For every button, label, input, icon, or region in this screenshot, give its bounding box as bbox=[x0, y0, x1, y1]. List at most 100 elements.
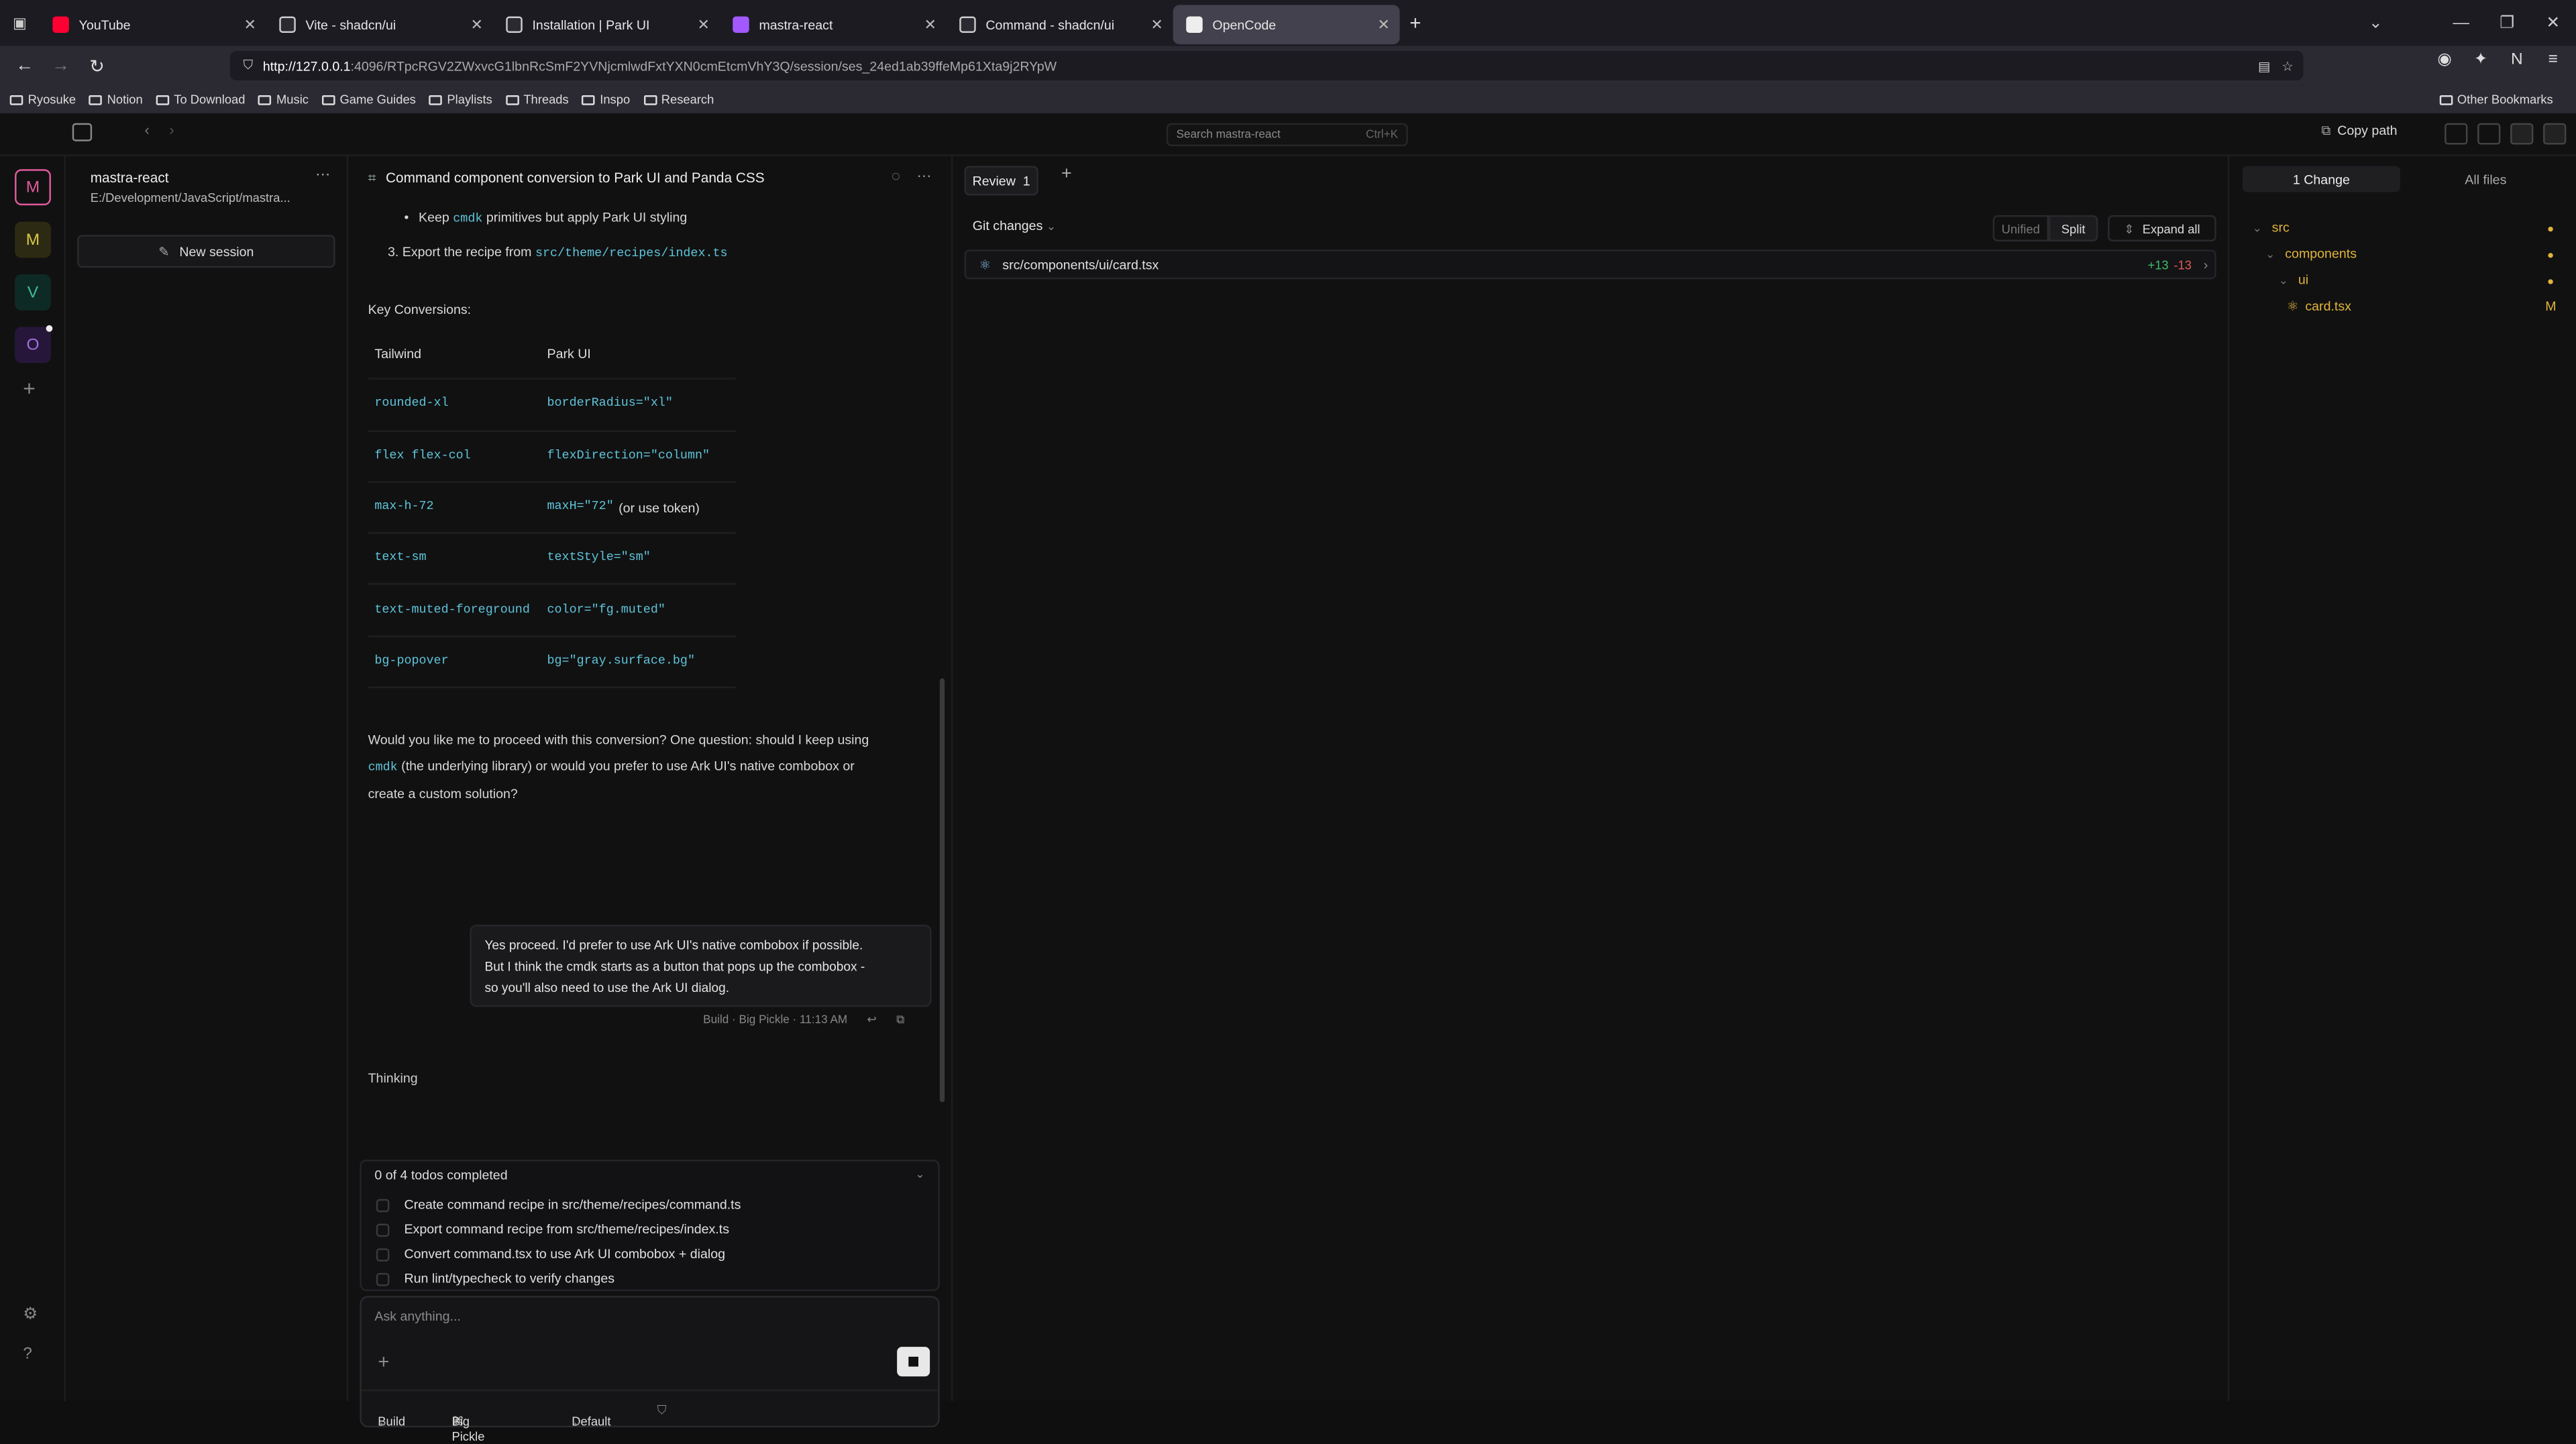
todo-item[interactable]: Convert command.tsx to use Ark UI combob… bbox=[376, 1247, 725, 1262]
bookmark-ryosuke[interactable]: Ryosuke bbox=[9, 92, 76, 107]
browser-tab-vite[interactable]: Vite - shadcn/ui ✕ bbox=[266, 5, 493, 44]
tab-all-files[interactable]: All files bbox=[2407, 166, 2565, 192]
close-tab-icon[interactable]: ✕ bbox=[244, 16, 256, 34]
bookmark-to-download[interactable]: To Download bbox=[156, 92, 245, 107]
checkbox-icon[interactable] bbox=[376, 1272, 390, 1286]
browser-tab-mastra[interactable]: mastra-react ✕ bbox=[720, 5, 947, 44]
todo-item[interactable]: Run lint/typecheck to verify changes bbox=[376, 1272, 614, 1286]
bookmark-inspo[interactable]: Inspo bbox=[582, 92, 630, 107]
bookmark-game-guides[interactable]: Game Guides bbox=[321, 92, 416, 107]
close-tab-icon[interactable]: ✕ bbox=[471, 16, 483, 34]
folder-panel-icon[interactable] bbox=[2543, 123, 2567, 145]
browser-tab-parkui[interactable]: Installation | Park UI ✕ bbox=[493, 5, 720, 44]
todo-panel[interactable]: 0 of 4 todos completed ⌄ Create command … bbox=[360, 1159, 940, 1291]
chevron-right-icon[interactable]: › bbox=[2204, 257, 2208, 272]
chat-scrollbar[interactable] bbox=[939, 678, 945, 1103]
checkbox-icon[interactable] bbox=[376, 1247, 390, 1261]
bookmark-research[interactable]: Research bbox=[643, 92, 714, 107]
toolbar-icons: ◉ ✦ N ≡ bbox=[2432, 51, 2567, 69]
settings-icon[interactable]: ⚙ bbox=[23, 1306, 38, 1324]
bookmark-notion[interactable]: Notion bbox=[89, 92, 143, 107]
modified-flag: M bbox=[2545, 298, 2557, 314]
back-arrow-icon[interactable]: ‹ bbox=[145, 121, 150, 137]
todo-item[interactable]: Export command recipe from src/theme/rec… bbox=[376, 1222, 729, 1237]
attach-icon[interactable]: + bbox=[378, 1350, 389, 1373]
tab-list-icon[interactable]: ▣ bbox=[0, 14, 40, 32]
more-icon[interactable]: ⋯ bbox=[315, 166, 330, 184]
expand-all-button[interactable]: ⇕ Expand all bbox=[2108, 215, 2216, 242]
prompt-composer[interactable]: Ask anything... + Build ⌄ ⌘ Big Pickle ⌄… bbox=[360, 1296, 940, 1444]
stop-button[interactable] bbox=[897, 1347, 930, 1377]
reload-icon[interactable]: ↻ bbox=[79, 55, 115, 76]
forward-arrow-icon[interactable]: › bbox=[169, 121, 174, 137]
copy-icon[interactable]: ⧉ bbox=[896, 1015, 904, 1026]
close-tab-icon[interactable]: ✕ bbox=[1377, 16, 1389, 34]
revert-icon[interactable]: ↩ bbox=[867, 1015, 876, 1026]
bookmark-threads[interactable]: Threads bbox=[505, 92, 569, 107]
project-avatar-m[interactable]: M bbox=[15, 221, 51, 258]
unified-view-button[interactable]: Unified bbox=[1992, 215, 2049, 242]
browser-tab-opencode[interactable]: OpenCode ✕ bbox=[1173, 5, 1400, 45]
bookmark-playlists[interactable]: Playlists bbox=[429, 92, 492, 107]
restore-icon[interactable]: ❐ bbox=[2484, 14, 2530, 32]
browser-tab-command[interactable]: Command - shadcn/ui ✕ bbox=[947, 5, 1173, 44]
git-changes-select[interactable]: Git changes ⌄ bbox=[973, 219, 1056, 233]
close-tab-icon[interactable]: ✕ bbox=[1150, 16, 1163, 34]
terminal-icon[interactable] bbox=[2445, 123, 2468, 145]
permissions-shield-icon[interactable]: ⛉ bbox=[657, 1402, 667, 1419]
close-tab-icon[interactable]: ✕ bbox=[697, 16, 709, 34]
help-icon[interactable]: ? bbox=[23, 1345, 32, 1364]
copy-path-button[interactable]: ⧉ Copy path bbox=[2321, 123, 2397, 140]
checkbox-icon[interactable] bbox=[376, 1198, 390, 1212]
back-icon[interactable]: ← bbox=[7, 56, 43, 75]
url-bar[interactable]: ⛉ http://127.0.0.1 :4096/RTpcRGV2ZWxvcG1… bbox=[229, 50, 2304, 81]
close-window-icon[interactable]: ✕ bbox=[2530, 14, 2576, 32]
todo-item[interactable]: Create command recipe in src/theme/recip… bbox=[376, 1197, 741, 1212]
tab-review[interactable]: Review 1 bbox=[964, 166, 1038, 196]
forward-icon[interactable]: → bbox=[43, 56, 79, 75]
tree-folder-ui[interactable]: ⌄ ui bbox=[2279, 273, 2308, 288]
add-tab-icon[interactable]: + bbox=[1061, 164, 1072, 184]
deletions-count: -13 bbox=[2174, 257, 2192, 272]
navigation-bar: ← → ↻ ⛉ http://127.0.0.1 :4096/RTpcRGV2Z… bbox=[0, 46, 2576, 86]
reader-icon[interactable]: ▤ bbox=[2258, 58, 2271, 73]
more-icon[interactable]: ⋯ bbox=[917, 168, 932, 184]
chevron-down-icon: ⌄ bbox=[451, 1414, 462, 1429]
close-tab-icon[interactable]: ✕ bbox=[924, 16, 936, 34]
tree-folder-components[interactable]: ⌄ components bbox=[2265, 246, 2357, 261]
tab-overflow-icon[interactable]: ⌄ bbox=[2353, 14, 2399, 32]
minimize-icon[interactable]: — bbox=[2438, 14, 2484, 32]
changed-file-row[interactable]: ⚛ src/components/ui/card.tsx +13 -13 › bbox=[964, 249, 2216, 280]
sidebar-toggle-icon[interactable] bbox=[72, 123, 93, 142]
chevron-down-icon[interactable]: ⌄ bbox=[915, 1168, 924, 1181]
other-bookmarks[interactable]: Other Bookmarks bbox=[2438, 92, 2553, 107]
browser-tab-youtube[interactable]: YouTube ✕ bbox=[40, 5, 266, 44]
project-avatar-v[interactable]: V bbox=[15, 274, 51, 311]
search-input[interactable]: Search mastra-react Ctrl+K bbox=[1166, 123, 1408, 146]
account-icon[interactable]: ◉ bbox=[2432, 51, 2458, 69]
panel-bottom-icon[interactable] bbox=[2477, 123, 2501, 145]
tree-file-card[interactable]: ⚛ card.tsx bbox=[2287, 299, 2351, 314]
bookmark-music[interactable]: Music bbox=[258, 92, 309, 107]
table-row: rounded-xl borderRadius="xl" bbox=[368, 380, 737, 432]
chat-actions: ◌ ⋯ bbox=[892, 168, 932, 186]
project-avatar-o[interactable]: O bbox=[15, 325, 53, 364]
tree-folder-src[interactable]: ⌄ src bbox=[2253, 220, 2290, 235]
panel-right-icon[interactable] bbox=[2510, 123, 2534, 145]
layout-toggles bbox=[2445, 123, 2567, 145]
new-tab-icon[interactable]: + bbox=[1409, 11, 1421, 34]
menu-icon[interactable]: ≡ bbox=[2540, 51, 2566, 69]
bookmark-star-icon[interactable]: ☆ bbox=[2282, 58, 2294, 73]
split-view-button[interactable]: Split bbox=[2048, 215, 2098, 242]
notion-ext-icon[interactable]: N bbox=[2504, 51, 2530, 69]
url-host: http://127.0.0.1 bbox=[262, 58, 351, 73]
extensions-icon[interactable]: ✦ bbox=[2467, 51, 2493, 69]
app-header: ‹ › Search mastra-react Ctrl+K ⧉ Copy pat… bbox=[0, 113, 2576, 156]
prompt-input[interactable]: Ask anything... bbox=[374, 1309, 461, 1324]
session-icon: ⌗ bbox=[368, 169, 376, 186]
tab-changes[interactable]: 1 Change bbox=[2242, 166, 2400, 192]
add-project-icon[interactable]: + bbox=[23, 376, 36, 401]
checkbox-icon[interactable] bbox=[376, 1223, 390, 1236]
project-avatar-mastra[interactable]: M bbox=[15, 169, 51, 206]
new-session-button[interactable]: ✎ New session bbox=[77, 235, 335, 268]
